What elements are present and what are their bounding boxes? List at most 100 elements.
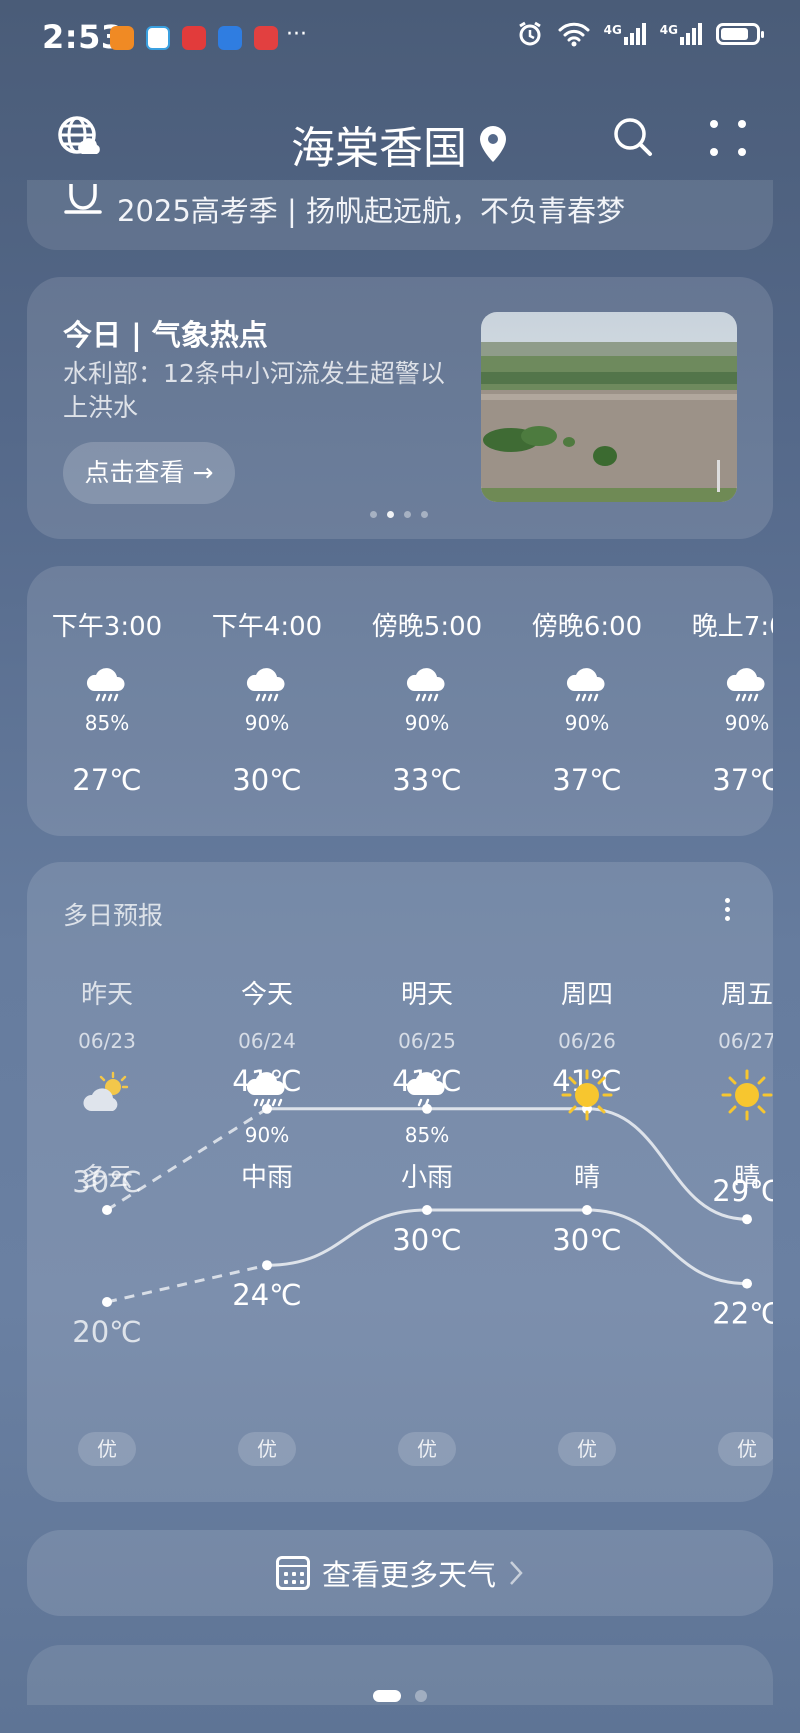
day-condition: 中雨 — [240, 1163, 293, 1193]
day-column[interactable]: 昨天 06/23 多云 — [32, 974, 182, 1194]
rain-cloud-icon — [192, 1067, 342, 1123]
hot-topic-title: 今日 | 气象热点 — [63, 318, 268, 352]
menu-dots-icon[interactable] — [708, 118, 748, 158]
page-indicator — [0, 1690, 800, 1702]
day-name: 昨天 — [80, 980, 133, 1010]
aqi-badge[interactable]: 优 — [718, 1432, 773, 1466]
hour-time: 傍晚5:00 — [371, 612, 483, 642]
low-temp-label: 30℃ — [392, 1223, 461, 1257]
hour-time: 下午3:00 — [51, 612, 163, 642]
day-column[interactable]: 周四 06/26 晴 — [512, 974, 662, 1194]
location-pin-icon — [480, 126, 506, 162]
low-temp-point — [582, 1205, 592, 1215]
aqi-badge[interactable]: 优 — [238, 1432, 296, 1466]
more-notifications-icon: ··· — [286, 22, 307, 47]
day-column[interactable]: 今天 06/24 90% 中雨 — [192, 974, 342, 1194]
rain-cloud-icon — [27, 663, 192, 713]
hourly-forecast-card[interactable]: 下午3:00 85% 27℃ 下午4:00 90% 30℃ 傍晚5:00 90%… — [27, 566, 773, 836]
view-details-button[interactable]: 点击查看 → — [63, 442, 235, 504]
partly-cloudy-icon — [32, 1067, 182, 1123]
hour-precip: 90% — [404, 711, 450, 735]
aqi-badge[interactable]: 优 — [558, 1432, 616, 1466]
hour-precip: 90% — [244, 711, 290, 735]
day-precip: 90% — [244, 1123, 290, 1147]
day-name: 周四 — [560, 980, 613, 1010]
rain-cloud-icon — [342, 663, 512, 713]
calendar-icon — [275, 1556, 310, 1590]
day-name: 明天 — [400, 980, 453, 1010]
sun-icon — [672, 1067, 773, 1123]
more-weather-button[interactable]: 查看更多天气 — [27, 1530, 773, 1616]
hour-time: 下午4:00 — [211, 612, 323, 642]
sun-icon — [512, 1067, 662, 1123]
hour-precip: 90% — [724, 711, 770, 735]
low-temp-point — [102, 1297, 112, 1307]
day-date: 06/24 — [238, 1029, 296, 1053]
day-name: 周五 — [720, 980, 773, 1010]
battery-icon — [716, 23, 764, 45]
flood-news-image[interactable] — [481, 312, 737, 502]
alarm-icon — [518, 21, 541, 46]
day-precip — [512, 1123, 662, 1149]
page-indicator-active — [373, 1690, 401, 1702]
network-type-2: 4G — [659, 23, 678, 37]
aqi-badge[interactable]: 优 — [398, 1432, 456, 1466]
hour-precip: 85% — [84, 711, 130, 735]
day-column[interactable]: 周五 06/27 晴 — [672, 974, 773, 1194]
weather-hot-topic-card[interactable]: 今日 | 气象热点 水利部：12条中小河流发生超警以上洪水 点击查看 → — [27, 277, 773, 539]
blue-app-icon — [218, 26, 242, 50]
day-column[interactable]: 明天 06/25 85% 小雨 — [352, 974, 502, 1194]
hour-temp: 37℃ — [712, 763, 773, 797]
pager-dot — [404, 511, 411, 518]
day-precip — [32, 1123, 182, 1149]
hour-time: 晚上7:00 — [691, 612, 773, 642]
day-condition: 晴 — [573, 1163, 600, 1193]
low-temp-point — [262, 1260, 272, 1271]
pager-dot — [370, 511, 377, 518]
rain-cloud-icon — [502, 663, 672, 713]
multi-day-forecast-card[interactable]: 多日预报 30℃41℃41℃41℃29℃20℃24℃30℃30℃22℃ 昨天 0… — [27, 862, 773, 1502]
day-precip: 85% — [404, 1123, 450, 1147]
notice-text: 2025高考季 | 扬帆起远航，不负青春梦 — [117, 194, 626, 228]
day-date: 06/25 — [398, 1029, 456, 1053]
hour-item[interactable]: 傍晚6:00 90% 37℃ — [502, 606, 672, 797]
signal-2-icon: 4G — [660, 23, 702, 45]
city-name: 海棠香国 — [291, 123, 467, 174]
day-date: 06/26 — [558, 1029, 616, 1053]
orange-app-icon — [110, 26, 134, 50]
rain-cloud-icon — [662, 663, 773, 713]
chevron-right-icon — [510, 1561, 523, 1585]
low-temp-label: 24℃ — [232, 1278, 301, 1312]
top-bar: 海棠香国 — [0, 100, 800, 180]
notice-banner[interactable]: 2025高考季 | 扬帆起远航，不负青春梦 — [27, 180, 773, 250]
low-temp-label: 22℃ — [712, 1297, 773, 1331]
low-temp-line — [266, 1208, 748, 1286]
system-icons: 4G 4G — [516, 20, 764, 48]
hour-item[interactable]: 下午3:00 85% 27℃ — [27, 606, 192, 797]
hour-item[interactable]: 下午4:00 90% 30℃ — [182, 606, 352, 797]
hour-item[interactable]: 晚上7:00 90% 37℃ — [662, 606, 773, 797]
pager-dot — [421, 511, 428, 518]
hour-temp: 27℃ — [72, 763, 142, 797]
low-temp-label: 30℃ — [552, 1223, 621, 1257]
hour-temp: 30℃ — [232, 763, 302, 797]
city-title[interactable]: 海棠香国 — [0, 112, 800, 176]
red-book-icon — [254, 26, 278, 50]
bell-icon — [64, 184, 102, 214]
low-temp-point — [422, 1205, 432, 1215]
day-name: 今天 — [240, 980, 293, 1010]
hot-topic-description: 水利部：12条中小河流发生超警以上洪水 — [63, 359, 445, 422]
day-condition: 多云 — [80, 1163, 133, 1193]
search-icon[interactable] — [612, 116, 654, 158]
hour-temp: 33℃ — [392, 763, 462, 797]
signal-1-icon: 4G — [604, 23, 646, 45]
wifi-icon — [558, 22, 590, 47]
hour-time: 傍晚6:00 — [531, 612, 643, 642]
red-app-icon — [182, 26, 206, 50]
day-condition: 晴 — [733, 1163, 760, 1193]
green-app-icon — [146, 26, 170, 50]
hour-item[interactable]: 傍晚5:00 90% 33℃ — [342, 606, 512, 797]
aqi-badge[interactable]: 优 — [78, 1432, 136, 1466]
day-condition: 小雨 — [400, 1163, 453, 1193]
more-weather-label: 查看更多天气 — [321, 1558, 496, 1592]
